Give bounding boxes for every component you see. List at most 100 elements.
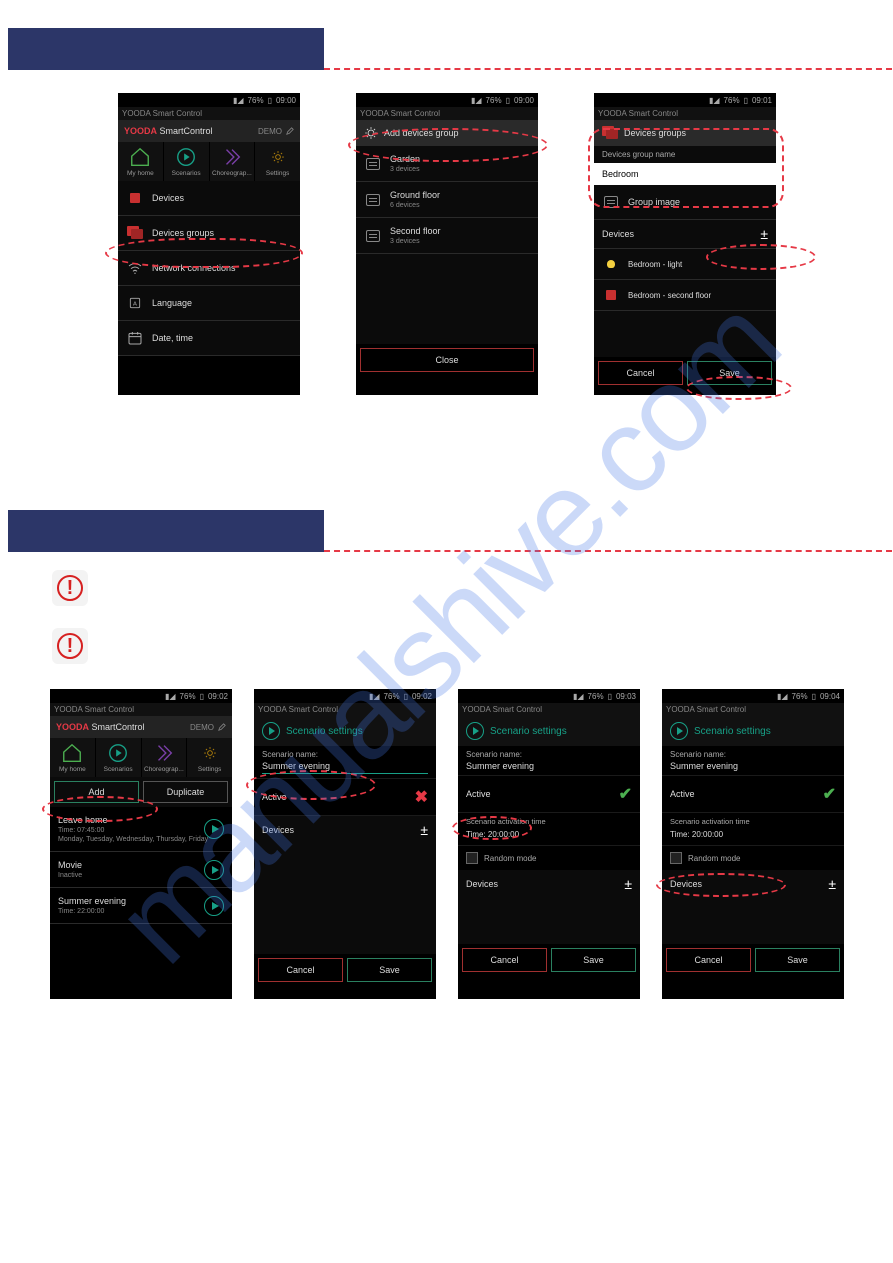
- tab-settings[interactable]: Settings: [255, 142, 300, 181]
- add-group-header-label: Add devices group: [384, 128, 459, 138]
- tab-home[interactable]: My home: [50, 738, 96, 777]
- active-row[interactable]: Active ✖: [254, 779, 436, 816]
- checkbox-icon[interactable]: [670, 852, 682, 864]
- tab-choreo[interactable]: Choreograp...: [142, 738, 188, 777]
- menu-devices-groups[interactable]: Devices groups: [118, 216, 300, 251]
- play-icon: [212, 902, 219, 910]
- play-button[interactable]: [204, 896, 224, 916]
- dashed-line-1: [324, 68, 892, 70]
- save-button[interactable]: Save: [755, 948, 840, 972]
- scenario-name-field[interactable]: Scenario name: Summer evening: [254, 746, 436, 779]
- random-mode-row[interactable]: Random mode: [662, 846, 844, 870]
- menu-language[interactable]: A Language: [118, 286, 300, 321]
- tab-choreo-label: Choreograp...: [144, 766, 184, 773]
- play-button[interactable]: [204, 860, 224, 880]
- add-device-icon[interactable]: ±: [420, 822, 428, 838]
- cancel-button[interactable]: Cancel: [598, 361, 683, 385]
- random-mode-row[interactable]: Random mode: [458, 846, 640, 870]
- tab-choreo[interactable]: Choreograp...: [210, 142, 256, 181]
- group-image-row[interactable]: Group image: [594, 185, 776, 220]
- scenario-name-field[interactable]: Scenario name: Summer evening: [662, 746, 844, 776]
- section-header-1: [8, 28, 324, 70]
- scenario-name-value: Summer evening: [670, 761, 836, 771]
- add-device-icon[interactable]: ±: [624, 876, 632, 892]
- group-sub: 3 devices: [390, 166, 420, 173]
- tab-strip: My home Scenarios Choreograp... Settings: [50, 738, 232, 777]
- group-ground[interactable]: Ground floor6 devices: [356, 182, 538, 218]
- group-second[interactable]: Second floor3 devices: [356, 218, 538, 254]
- tab-scenarios[interactable]: Scenarios: [164, 142, 210, 181]
- group-name-input[interactable]: Bedroom: [594, 163, 776, 185]
- tab-strip: My home Scenarios Choreograp... Settings: [118, 142, 300, 181]
- menu-devices-groups-label: Devices groups: [152, 228, 214, 238]
- tab-scenarios-label: Scenarios: [104, 766, 133, 773]
- tab-settings-label: Settings: [266, 170, 290, 177]
- checkbox-icon[interactable]: [466, 852, 478, 864]
- devices-section: Devices ±: [458, 870, 640, 898]
- group-name: Second floor: [390, 226, 441, 236]
- check-icon: ✔: [619, 784, 632, 804]
- status-bar: ▮◢ 76% ▯ 09:00: [356, 93, 538, 107]
- blind-icon: [366, 194, 380, 206]
- scenario-name-value: Summer evening: [262, 761, 428, 774]
- cancel-button[interactable]: Cancel: [258, 958, 343, 982]
- group-sub: 6 devices: [390, 202, 440, 209]
- add-button[interactable]: Add: [54, 781, 139, 803]
- scenario-name-field[interactable]: Scenario name: Summer evening: [458, 746, 640, 776]
- save-button[interactable]: Save: [347, 958, 432, 982]
- add-device-icon[interactable]: ±: [760, 226, 768, 242]
- warning-icon-2: !: [52, 628, 88, 664]
- close-button[interactable]: Close: [360, 348, 534, 372]
- status-bar: ▮◢76%▯09:02: [50, 689, 232, 703]
- activation-time-value[interactable]: Time: 20:00:00: [662, 830, 844, 846]
- tab-settings[interactable]: Settings: [187, 738, 232, 777]
- battery-text: 76%: [792, 692, 808, 701]
- edit-icon[interactable]: [218, 723, 226, 731]
- add-group-header[interactable]: Add devices group: [356, 120, 538, 146]
- battery-text: 76%: [588, 692, 604, 701]
- phone-scenario-random: ▮◢76%▯09:04 YOODA Smart Control Scenario…: [662, 689, 844, 999]
- cancel-button[interactable]: Cancel: [666, 948, 751, 972]
- duplicate-button[interactable]: Duplicate: [143, 781, 228, 803]
- footer-buttons: Cancel Save: [254, 954, 436, 986]
- wifi-icon: [127, 260, 143, 276]
- activation-time-value[interactable]: Time: 20:00:00: [458, 830, 640, 846]
- blind-red-icon: [606, 290, 616, 300]
- menu-network[interactable]: Network connections: [118, 251, 300, 286]
- save-button[interactable]: Save: [551, 948, 636, 972]
- active-label: Active: [670, 789, 695, 799]
- active-row[interactable]: Active ✔: [458, 776, 640, 813]
- tab-scenarios[interactable]: Scenarios: [96, 738, 142, 777]
- scenario-movie[interactable]: Movie Inactive: [50, 852, 232, 888]
- scenario-summer[interactable]: Summer evening Time: 22:00:00: [50, 888, 232, 924]
- phone-settings: ▮◢ 76% ▯ 09:00 YOODA Smart Control YOODA…: [118, 93, 300, 395]
- device-item-blind[interactable]: Bedroom - second floor: [594, 280, 776, 311]
- scenario-leave-home[interactable]: Leave home Time: 07:45:00 Monday, Tuesda…: [50, 807, 232, 852]
- active-label: Active: [466, 789, 491, 799]
- play-button[interactable]: [204, 819, 224, 839]
- gear-icon: [271, 150, 285, 164]
- save-button[interactable]: Save: [687, 361, 772, 385]
- menu-devices[interactable]: Devices: [118, 181, 300, 216]
- menu-datetime[interactable]: Date, time: [118, 321, 300, 356]
- tab-home-label: My home: [59, 766, 86, 773]
- active-row[interactable]: Active ✔: [662, 776, 844, 813]
- scenario-title: Summer evening: [58, 896, 224, 906]
- phone-edit-group: ▮◢ 76% ▯ 09:01 YOODA Smart Control Devic…: [594, 93, 776, 395]
- group-garden[interactable]: Garden3 devices: [356, 146, 538, 182]
- language-icon: A: [128, 296, 142, 310]
- devices-icon: [130, 193, 140, 203]
- device-item-light[interactable]: Bedroom - light: [594, 249, 776, 280]
- group-image-label: Group image: [628, 197, 680, 207]
- scenario-title: Leave home: [58, 815, 224, 825]
- demo-badge: DEMO: [190, 723, 214, 732]
- battery-icon: ▯: [812, 692, 816, 701]
- tab-home[interactable]: My home: [118, 142, 164, 181]
- header-label: Scenario settings: [694, 726, 771, 737]
- edit-icon[interactable]: [286, 127, 294, 135]
- add-device-icon[interactable]: ±: [828, 876, 836, 892]
- cancel-button[interactable]: Cancel: [462, 948, 547, 972]
- clock: 09:01: [752, 96, 772, 105]
- bulb-icon: [607, 260, 615, 268]
- tab-settings-label: Settings: [198, 766, 222, 773]
